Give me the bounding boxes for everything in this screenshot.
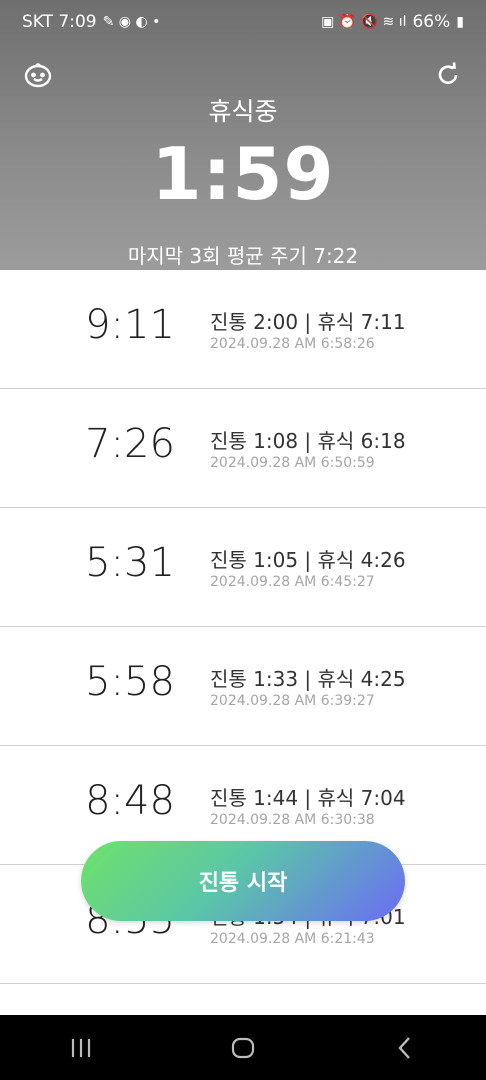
header: SKT 7:09 ✎ ◉ ◐ • ▣ ⏰ 🔇 ≋ ıl 66% ▮ 휴식중 1:…	[0, 0, 486, 270]
back-button[interactable]	[375, 1028, 435, 1068]
home-button[interactable]	[213, 1028, 273, 1068]
timestamp: 2024.09.28 AM 6:58:26	[210, 336, 375, 352]
detail-text: 진통 1:44 | 휴식 7:04	[210, 786, 406, 810]
status-bar: SKT 7:09 ✎ ◉ ◐ • ▣ ⏰ 🔇 ≋ ıl 66% ▮	[0, 0, 486, 44]
system-nav-bar	[0, 1015, 486, 1080]
interval-value: 9:11	[85, 302, 175, 348]
list-item[interactable]: 7:26 진통 1:08 | 휴식 6:18 2024.09.28 AM 6:5…	[0, 389, 486, 508]
timestamp: 2024.09.28 AM 6:30:38	[210, 812, 375, 828]
list-item[interactable]: 5:58 진통 1:33 | 휴식 4:25 2024.09.28 AM 6:3…	[0, 627, 486, 746]
list-item[interactable]: 5:31 진통 1:05 | 휴식 4:26 2024.09.28 AM 6:4…	[0, 508, 486, 627]
system-icons: ▣ ⏰ 🔇 ≋ ıl	[321, 14, 407, 30]
timestamp: 2024.09.28 AM 6:45:27	[210, 574, 375, 590]
notification-icons: ✎ ◉ ◐ •	[102, 14, 161, 30]
recent-apps-button[interactable]	[51, 1028, 111, 1068]
average-cycle-text: 마지막 3회 평균 주기 7:22	[127, 244, 359, 268]
carrier-time: SKT 7:09	[22, 12, 97, 32]
timestamp: 2024.09.28 AM 6:39:27	[210, 693, 375, 709]
interval-value: 5:31	[85, 540, 175, 586]
detail-text: 진통 2:00 | 휴식 7:11	[210, 310, 406, 334]
timestamp: 2024.09.28 AM 6:50:59	[210, 455, 375, 471]
state-label: 휴식중	[208, 97, 278, 126]
battery-icon: ▮	[456, 14, 464, 30]
baby-face-icon[interactable]	[21, 58, 55, 92]
list-item[interactable]: 9:11 진통 2:00 | 휴식 7:11 2024.09.28 AM 6:5…	[0, 270, 486, 389]
detail-text: 진통 1:05 | 휴식 4:26	[210, 548, 406, 572]
timestamp: 2024.09.28 AM 6:21:43	[210, 931, 375, 947]
refresh-icon[interactable]	[431, 58, 465, 92]
detail-text: 진통 1:08 | 휴식 6:18	[210, 429, 406, 453]
interval-value: 8:48	[85, 778, 175, 824]
interval-value: 7:26	[85, 421, 175, 467]
start-contraction-button[interactable]: 진통 시작	[81, 841, 405, 921]
detail-text: 진통 1:33 | 휴식 4:25	[210, 667, 406, 691]
interval-value: 5:58	[85, 659, 175, 705]
timer-display: 1:59	[151, 132, 335, 216]
battery-level: 66%	[412, 12, 451, 32]
